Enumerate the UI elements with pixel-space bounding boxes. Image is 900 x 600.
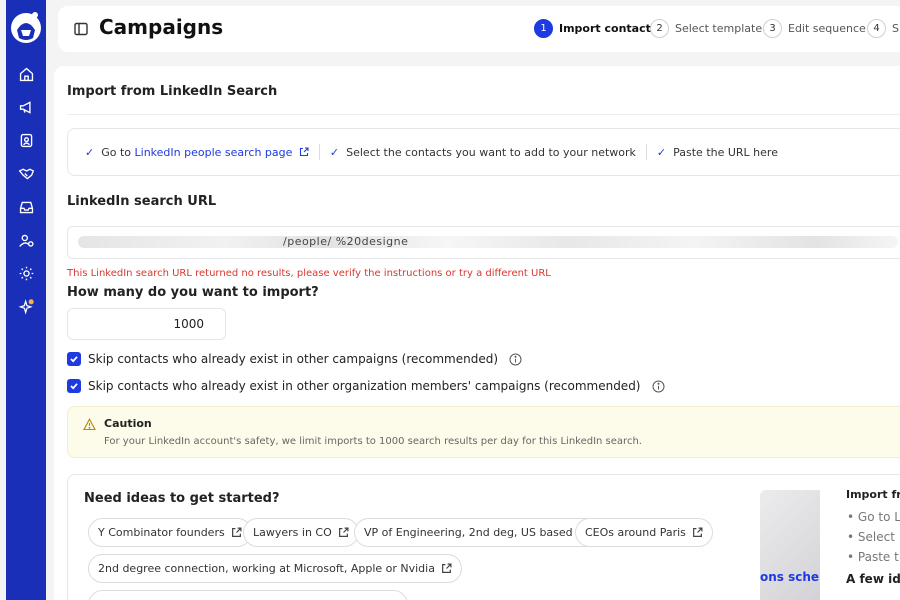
- check-icon: ✓: [329, 145, 340, 159]
- check-icon: ✓: [656, 145, 667, 159]
- separator: [645, 144, 647, 160]
- idea-chip[interactable]: VP of Engineering, 2nd deg, US based: [354, 518, 600, 547]
- idea-chip[interactable]: CEOs around Paris: [575, 518, 713, 547]
- separator: [318, 144, 320, 160]
- step-number: 4: [867, 18, 886, 38]
- url-error-message: This LinkedIn search URL returned no res…: [67, 268, 551, 279]
- external-link-icon: [299, 146, 309, 156]
- instruction-prefix: Go to: [101, 145, 132, 159]
- quantity-label: How many do you want to import?: [67, 285, 319, 300]
- preview-item: • Paste t: [847, 550, 899, 564]
- step-import-contacts[interactable]: 1 Import contacts: [534, 18, 657, 38]
- skip-campaigns-row[interactable]: Skip contacts who already exist in other…: [67, 352, 522, 366]
- caution-banner: Caution For your LinkedIn account's safe…: [67, 406, 900, 458]
- caution-text: For your LinkedIn account's safety, we l…: [104, 436, 642, 447]
- external-link-icon: [442, 563, 452, 573]
- section-title: Import from LinkedIn Search: [67, 84, 278, 99]
- external-link-icon: [692, 527, 703, 537]
- external-link-icon: [338, 527, 349, 537]
- step-label: Import contacts: [559, 21, 658, 35]
- step-label: Edit sequence: [788, 21, 866, 35]
- sparkle-icon[interactable]: [16, 296, 36, 316]
- instruction-step-3: ✓ Paste the URL here: [657, 146, 778, 159]
- home-icon[interactable]: [16, 64, 36, 84]
- chip-label: Lawyers in CO: [253, 526, 332, 539]
- linkedin-url-input[interactable]: /people/ %20designe: [67, 226, 900, 259]
- step-4[interactable]: 4 S: [867, 18, 899, 38]
- step-number: 3: [763, 18, 782, 38]
- blurred-url: [78, 236, 898, 248]
- preview-ideas-text: A few ide: [846, 572, 900, 586]
- contacts-icon[interactable]: [16, 130, 36, 150]
- caution-title: Caution: [104, 417, 152, 430]
- skip-org-checkbox[interactable]: [67, 379, 81, 393]
- inbox-icon[interactable]: [16, 197, 36, 217]
- instruction-text: Select the contacts you want to add to y…: [346, 145, 636, 159]
- checkbox-label: Skip contacts who already exist in other…: [88, 352, 498, 366]
- skip-org-row[interactable]: Skip contacts who already exist in other…: [67, 379, 665, 393]
- preview-title: Import fro: [846, 488, 900, 501]
- linkedin-search-link[interactable]: LinkedIn people search page: [135, 146, 293, 159]
- handshake-icon[interactable]: [16, 163, 36, 183]
- step-label: S: [892, 21, 899, 35]
- info-icon[interactable]: [509, 353, 522, 366]
- divider: [67, 114, 900, 115]
- preview-item: • Select: [847, 530, 895, 544]
- step-number: 1: [534, 18, 553, 38]
- app-logo[interactable]: [9, 8, 43, 46]
- preview-sched-text: ons sche: [760, 570, 820, 584]
- step-edit-sequence[interactable]: 3 Edit sequence: [763, 18, 866, 38]
- instruction-text: Paste the URL here: [673, 145, 778, 159]
- instruction-step-2: ✓ Select the contacts you want to add to…: [330, 146, 636, 159]
- url-label: LinkedIn search URL: [67, 194, 217, 209]
- quantity-input[interactable]: 1000: [67, 308, 226, 340]
- idea-chip[interactable]: Lawyers in CO: [243, 518, 359, 547]
- megaphone-icon[interactable]: [16, 97, 36, 117]
- external-link-icon: [231, 527, 242, 537]
- idea-chip[interactable]: 2nd degree connection, working at Micros…: [88, 554, 462, 583]
- step-select-template[interactable]: 2 Select template: [650, 18, 762, 38]
- step-number: 2: [650, 18, 669, 38]
- chip-label: CEOs around Paris: [585, 526, 686, 539]
- step-label: Select template: [675, 21, 763, 35]
- sidebar: [6, 0, 46, 600]
- chip-label: 2nd degree connection, working at Micros…: [98, 562, 435, 575]
- ideas-title: Need ideas to get started?: [84, 491, 280, 506]
- idea-chip-partial[interactable]: [88, 590, 408, 600]
- url-visible-text: /people/ %20designe: [283, 235, 409, 248]
- warning-icon: [83, 418, 96, 431]
- instruction-step-1: ✓ Go to LinkedIn people search page: [85, 146, 309, 159]
- gear-icon[interactable]: [16, 263, 36, 283]
- sidebar-toggle-icon[interactable]: [74, 21, 88, 36]
- instructions-bar: ✓ Go to LinkedIn people search page ✓ Se…: [67, 128, 900, 176]
- skip-campaigns-checkbox[interactable]: [67, 352, 81, 366]
- idea-chip[interactable]: Y Combinator founders: [88, 518, 252, 547]
- checkbox-label: Skip contacts who already exist in other…: [88, 379, 641, 393]
- page-title: Campaigns: [99, 15, 224, 39]
- chip-label: Y Combinator founders: [98, 526, 225, 539]
- users-settings-icon[interactable]: [16, 230, 36, 250]
- check-icon: ✓: [85, 145, 95, 159]
- info-icon[interactable]: [652, 380, 665, 393]
- preview-item: • Go to L: [847, 510, 900, 524]
- chip-label: VP of Engineering, 2nd deg, US based: [364, 526, 573, 539]
- top-bar: Campaigns 1 Import contacts 2 Select tem…: [58, 6, 900, 52]
